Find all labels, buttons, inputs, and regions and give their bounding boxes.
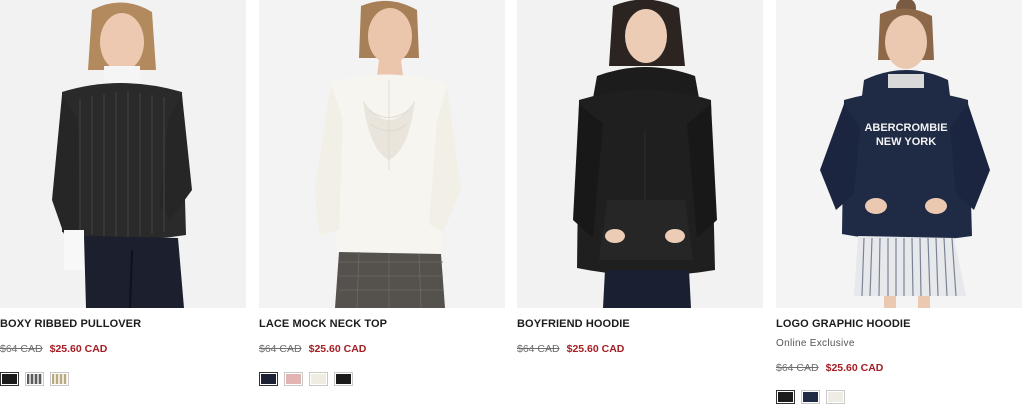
sale-price: $25.60 CAD bbox=[308, 343, 367, 355]
swatch-black[interactable] bbox=[334, 372, 353, 386]
product-name[interactable]: LOGO GRAPHIC HOODIE bbox=[776, 318, 911, 330]
product-image[interactable] bbox=[517, 0, 763, 308]
swatch-cream-stripe[interactable] bbox=[50, 372, 69, 386]
original-price: $64 CAD bbox=[259, 343, 302, 355]
swatch-black[interactable] bbox=[0, 372, 19, 386]
product-image[interactable] bbox=[0, 0, 246, 308]
swatch-cream[interactable] bbox=[826, 390, 845, 404]
product-image[interactable] bbox=[259, 0, 505, 308]
swatch-grey-stripe[interactable] bbox=[25, 372, 44, 386]
product-name[interactable]: LACE MOCK NECK TOP bbox=[259, 318, 387, 330]
swatch-navy[interactable] bbox=[259, 372, 278, 386]
model-photo-lace-top bbox=[259, 0, 505, 308]
sale-price: $25.60 CAD bbox=[566, 343, 625, 355]
graphic-text-line-1: ABERCROMBIE bbox=[864, 122, 947, 134]
price: $64 CAD $25.60 CAD bbox=[776, 362, 883, 374]
color-swatches bbox=[259, 372, 353, 386]
original-price: $64 CAD bbox=[517, 343, 560, 355]
swatch-pink[interactable] bbox=[284, 372, 303, 386]
color-swatches bbox=[776, 390, 845, 404]
model-photo-logo-hoodie: ABERCROMBIE NEW YORK bbox=[776, 0, 1022, 308]
product-name[interactable]: BOXY RIBBED PULLOVER bbox=[0, 318, 141, 330]
sale-price: $25.60 CAD bbox=[49, 343, 108, 355]
product-grid: BOXY RIBBED PULLOVER $64 CAD $25.60 CAD bbox=[0, 0, 1024, 414]
product-card: BOYFRIEND HOODIE $64 CAD $25.60 CAD bbox=[517, 0, 763, 414]
product-card: ABERCROMBIE NEW YORK LOGO GRAPHIC HOODIE… bbox=[776, 0, 1022, 414]
online-exclusive-tag: Online Exclusive bbox=[776, 338, 855, 349]
price: $64 CAD $25.60 CAD bbox=[259, 343, 366, 355]
model-photo-boyfriend-hoodie bbox=[517, 0, 763, 308]
graphic-text-line-2: NEW YORK bbox=[876, 136, 936, 148]
swatch-cream[interactable] bbox=[309, 372, 328, 386]
original-price: $64 CAD bbox=[0, 343, 43, 355]
sale-price: $25.60 CAD bbox=[825, 362, 884, 374]
product-card: LACE MOCK NECK TOP $64 CAD $25.60 CAD bbox=[259, 0, 505, 414]
swatch-navy[interactable] bbox=[801, 390, 820, 404]
product-card: BOXY RIBBED PULLOVER $64 CAD $25.60 CAD bbox=[0, 0, 246, 414]
swatch-black[interactable] bbox=[776, 390, 795, 404]
model-photo-ribbed-pullover bbox=[0, 0, 246, 308]
price: $64 CAD $25.60 CAD bbox=[0, 343, 107, 355]
original-price: $64 CAD bbox=[776, 362, 819, 374]
product-image[interactable]: ABERCROMBIE NEW YORK bbox=[776, 0, 1022, 308]
color-swatches bbox=[0, 372, 69, 386]
price: $64 CAD $25.60 CAD bbox=[517, 343, 624, 355]
product-name[interactable]: BOYFRIEND HOODIE bbox=[517, 318, 630, 330]
